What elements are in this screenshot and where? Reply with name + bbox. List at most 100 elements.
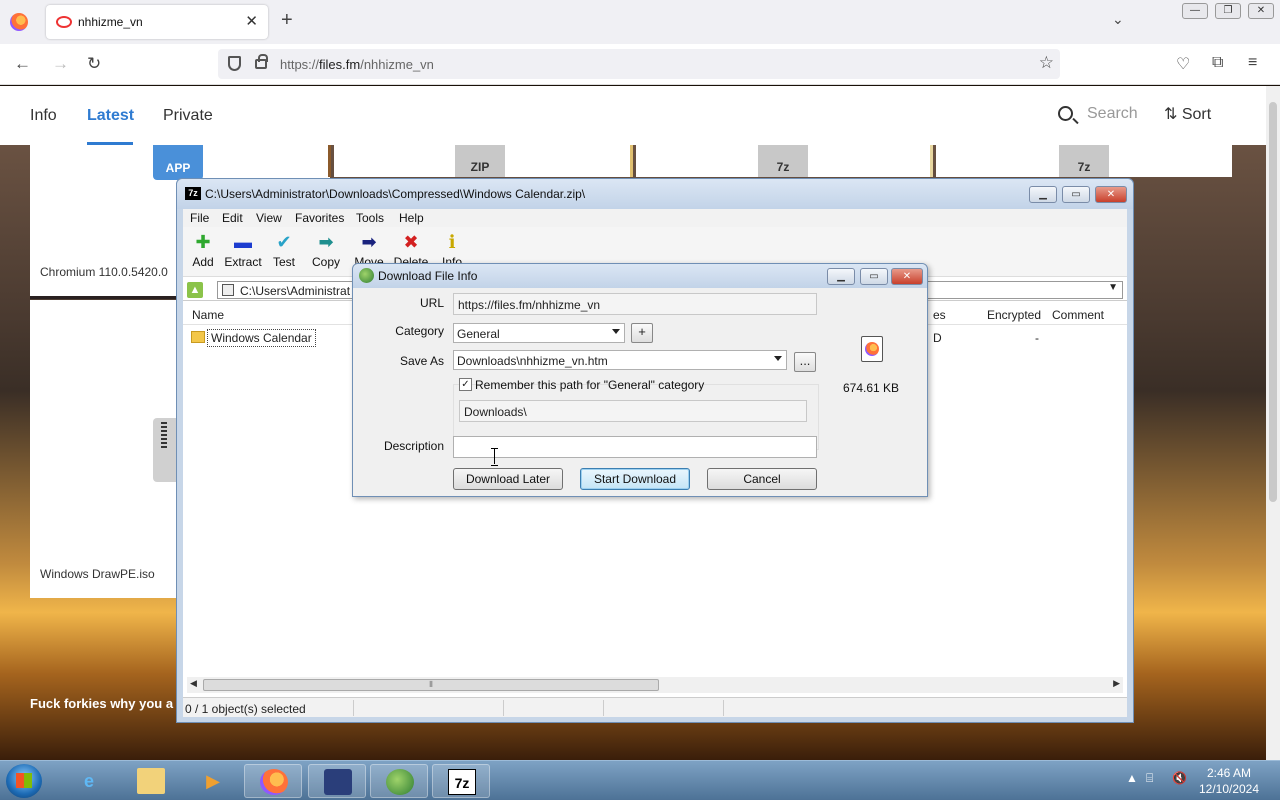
copy-button[interactable]: ➡ Copy (306, 231, 346, 269)
url-field[interactable]: https://files.fm/nhhizme_vn (453, 293, 817, 315)
start-download-button[interactable]: Start Download (580, 468, 690, 490)
sort-button[interactable]: ⇅ Sort (1164, 104, 1211, 124)
card-title[interactable]: Windows DrawPE.iso (40, 567, 155, 581)
description-field[interactable] (453, 436, 817, 458)
card-title[interactable]: Chromium 110.0.5420.0 (40, 265, 168, 279)
save-as-combo[interactable]: Downloads\nhhizme_vn.htm (453, 350, 787, 370)
tab-info[interactable]: Info (30, 107, 57, 125)
tray-expand-icon[interactable]: ▲ (1126, 771, 1138, 785)
url-bar[interactable]: https://files.fm/nhhizme_vn ☆ (218, 49, 1060, 79)
menu-favorites[interactable]: Favorites (295, 211, 344, 225)
add-category-button[interactable]: + (631, 323, 653, 343)
dialog-close-button[interactable]: ✕ (891, 268, 923, 285)
category-select[interactable]: General (453, 323, 625, 343)
tracking-shield-icon[interactable] (228, 56, 241, 71)
page-scroll-thumb[interactable] (1269, 102, 1277, 502)
start-button[interactable] (6, 764, 42, 798)
file-name[interactable]: Windows Calendar (207, 329, 316, 347)
app-file-icon[interactable]: APP (153, 145, 203, 180)
remember-path-label[interactable]: Remember this path for "General" categor… (475, 378, 704, 392)
folder-up-icon[interactable]: ▲ (187, 282, 203, 298)
taskbar-internet-explorer[interactable]: e (60, 764, 118, 798)
download-later-button[interactable]: Download Later (453, 468, 563, 490)
url-text[interactable]: https://files.fm/nhhizme_vn (280, 57, 434, 72)
search-button[interactable]: Search (1087, 105, 1138, 123)
status-divider (603, 700, 604, 716)
lock-icon[interactable] (255, 54, 268, 69)
back-icon[interactable]: ← (14, 54, 31, 74)
menu-file[interactable]: File (190, 211, 209, 225)
file-explorer-icon (137, 768, 165, 794)
firefox-icon[interactable] (10, 13, 28, 31)
dialog-title-bar[interactable]: Download File Info ▁ ▭ ✕ (353, 264, 927, 288)
reload-icon[interactable]: ↻ (87, 54, 101, 74)
menu-edit[interactable]: Edit (222, 211, 243, 225)
sevenzip-maximize-button[interactable]: ▭ (1062, 186, 1090, 203)
taskbar-clock[interactable]: 2:46 AM 12/10/2024 (1196, 765, 1262, 797)
menu-tools[interactable]: Tools (356, 211, 384, 225)
column-name[interactable]: Name (192, 308, 224, 322)
sevenzip-close-button[interactable]: ✕ (1095, 186, 1127, 203)
test-label: Test (272, 255, 295, 269)
folder-icon (191, 331, 205, 343)
info-icon: ℹ (448, 232, 456, 252)
new-tab-button[interactable]: + (281, 9, 293, 32)
post-caption[interactable]: Fuck forkies why you a (30, 696, 173, 711)
extensions-icon[interactable]: ⧉ (1212, 54, 1223, 72)
tray-volume-muted-icon[interactable]: 🔇 (1172, 771, 1187, 785)
test-button[interactable]: ✔ Test (264, 231, 304, 269)
zip-file-icon[interactable]: ZIP (455, 145, 505, 177)
sevenzip-minimize-button[interactable]: ▁ (1029, 186, 1057, 203)
path-field[interactable]: Downloads\ (459, 400, 807, 422)
close-window-button[interactable]: ✕ (1248, 3, 1274, 19)
chevron-down-icon[interactable]: ▼ (1108, 282, 1118, 293)
extract-button[interactable]: ▬ Extract (223, 231, 263, 269)
menu-icon[interactable]: ≡ (1248, 54, 1257, 72)
taskbar-idm[interactable] (370, 764, 428, 798)
tab-latest[interactable]: Latest (87, 107, 134, 125)
taskbar-explorer[interactable] (122, 764, 180, 798)
search-icon[interactable] (1058, 106, 1073, 121)
menu-view[interactable]: View (256, 211, 282, 225)
list-all-tabs-icon[interactable]: ⌄ (1112, 11, 1124, 28)
7z-file-icon[interactable]: 7z (1059, 145, 1109, 177)
scroll-left-icon[interactable]: ◀ (190, 678, 197, 689)
taskbar-firefox[interactable] (244, 764, 302, 798)
column-attributes[interactable]: es (933, 308, 946, 322)
dialog-maximize-button[interactable]: ▭ (860, 268, 888, 285)
browse-button[interactable]: ... (794, 352, 816, 372)
dialog-minimize-button[interactable]: ▁ (827, 268, 855, 285)
sevenzip-title-bar[interactable]: 7z C:\Users\Administrator\Downloads\Comp… (177, 179, 1133, 209)
url-label: URL (419, 296, 444, 310)
test-icon: ✔ (276, 232, 292, 252)
text-cursor-icon (491, 448, 498, 466)
7z-file-icon[interactable]: 7z (758, 145, 808, 177)
taskbar-app[interactable] (308, 764, 366, 798)
bookmark-star-icon[interactable]: ☆ (1039, 53, 1054, 73)
minimize-button[interactable]: — (1182, 3, 1208, 19)
remember-path-checkbox[interactable]: ✓ (459, 378, 472, 391)
sevenzip-icon: 7z (448, 769, 476, 795)
tray-network-icon[interactable]: ⌸ (1146, 771, 1153, 786)
menu-help[interactable]: Help (399, 211, 424, 225)
file-list-scrollbar[interactable]: ◀ ⦀ ▶ (187, 677, 1123, 693)
extract-label: Extract (224, 255, 262, 269)
restore-button[interactable]: ❐ (1215, 3, 1241, 19)
cancel-button[interactable]: Cancel (707, 468, 817, 490)
tab-close-icon[interactable]: ✕ (245, 12, 258, 30)
card-divider (930, 145, 933, 177)
pocket-icon[interactable]: ♡ (1176, 54, 1190, 74)
forward-icon[interactable]: → (52, 54, 69, 74)
scroll-thumb[interactable]: ⦀ (203, 679, 659, 691)
site-favicon-icon (56, 16, 72, 28)
taskbar-7zip[interactable]: 7z (432, 764, 490, 798)
add-button[interactable]: ✚ Add (183, 231, 223, 269)
column-comment[interactable]: Comment (1052, 308, 1104, 322)
taskbar-media-player[interactable]: ▶ (184, 764, 242, 798)
scroll-right-icon[interactable]: ▶ (1113, 678, 1120, 689)
browser-tab[interactable]: nhhizme_vn ✕ (46, 5, 268, 39)
add-icon: ✚ (195, 232, 211, 252)
tab-private[interactable]: Private (163, 107, 213, 125)
page-scrollbar[interactable] (1266, 86, 1280, 760)
column-encrypted[interactable]: Encrypted (987, 308, 1041, 322)
